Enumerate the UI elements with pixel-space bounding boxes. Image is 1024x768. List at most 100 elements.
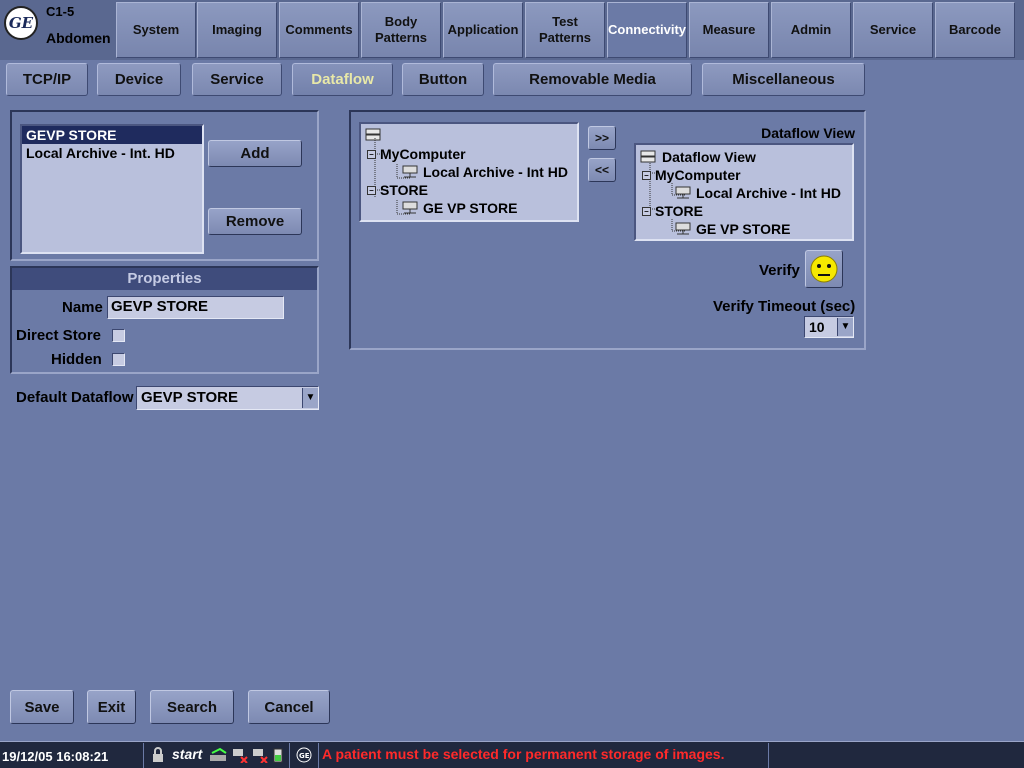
tree-node-label: Local Archive - Int HD <box>423 164 568 180</box>
tree-node[interactable]: Dataflow View <box>640 149 756 165</box>
save-button[interactable]: Save <box>10 690 74 724</box>
tab-application[interactable]: Application <box>443 2 523 58</box>
status-divider <box>143 743 144 768</box>
subtab-removable-media[interactable]: Removable Media <box>493 63 692 96</box>
search-button[interactable]: Search <box>150 690 234 724</box>
tree-node[interactable]: – STORE <box>367 182 428 198</box>
tree-node-label: GE VP STORE <box>423 200 518 216</box>
dataflow-view-panel: – MyComputer Local Archive - Int HD – STOR… <box>349 110 866 350</box>
tab-imaging[interactable]: Imaging <box>197 2 277 58</box>
tab-service[interactable]: Service <box>853 2 933 58</box>
tree-node-label: GE VP STORE <box>696 221 791 237</box>
server-icon <box>675 222 691 235</box>
dataflow-view-tree[interactable]: Dataflow View – MyComputer Local Archive … <box>634 143 854 241</box>
verify-timeout-label: Verify Timeout (sec) <box>713 298 856 315</box>
start-label: start <box>172 746 203 762</box>
ge-logo-icon: GE <box>4 6 38 40</box>
tab-test-patterns-label: Test Patterns <box>538 14 592 45</box>
neutral-face-icon <box>810 255 838 283</box>
network-disconnected-icon <box>233 749 248 763</box>
subtab-tcpip[interactable]: TCP/IP <box>6 63 88 96</box>
tab-admin[interactable]: Admin <box>771 2 851 58</box>
tree-node[interactable]: – STORE <box>642 203 703 219</box>
exit-button[interactable]: Exit <box>87 690 136 724</box>
remove-button[interactable]: Remove <box>208 208 302 235</box>
dataflow-list-panel: GEVP STORE Local Archive - Int. HD Add R… <box>10 110 319 261</box>
list-item[interactable]: Local Archive - Int. HD <box>22 144 202 162</box>
verify-timeout-select[interactable]: 10 ▼ <box>804 316 854 338</box>
tree-node[interactable]: – MyComputer <box>367 146 466 162</box>
tree-node-label: MyComputer <box>380 146 466 162</box>
status-datetime: 19/12/05 16:08:21 <box>2 749 109 764</box>
probe-name: C1-5 <box>46 4 75 19</box>
tab-connectivity[interactable]: Connectivity <box>607 2 687 58</box>
name-field[interactable]: GEVP STORE <box>107 296 284 319</box>
tab-measure[interactable]: Measure <box>689 2 769 58</box>
tree-node[interactable]: Local Archive - Int HD <box>674 185 841 201</box>
default-dataflow-select[interactable]: GEVP STORE ▼ <box>136 386 319 410</box>
status-divider <box>768 743 769 768</box>
tab-comments[interactable]: Comments <box>279 2 359 58</box>
verify-timeout-value: 10 <box>809 319 825 335</box>
tree-node[interactable]: GE VP STORE <box>674 221 790 237</box>
svg-text:GE: GE <box>299 752 310 760</box>
status-message: A patient must be selected for permanent… <box>322 746 725 762</box>
tab-body-patterns[interactable]: Body Patterns <box>361 2 441 58</box>
subtab-button[interactable]: Button <box>402 63 484 96</box>
top-menu-bar: GE C1-5 Abdomen System Imaging Comments … <box>0 0 1024 60</box>
probe-info: GE C1-5 Abdomen <box>0 0 114 58</box>
lock-icon <box>153 747 163 762</box>
dataflow-view-title: Dataflow View <box>761 125 855 141</box>
move-right-button[interactable]: >> <box>588 126 616 150</box>
ge-service-icon: GE <box>296 747 312 763</box>
collapse-icon[interactable]: – <box>642 170 651 180</box>
collapse-icon[interactable]: – <box>367 185 376 195</box>
tree-node-label: Local Archive - Int HD <box>696 185 841 201</box>
name-label: Name <box>62 299 103 316</box>
subtab-dataflow[interactable]: Dataflow <box>292 63 393 96</box>
wireless-disconnected-icon <box>253 749 268 763</box>
tab-barcode[interactable]: Barcode <box>935 2 1015 58</box>
status-bar: 19/12/05 16:08:21 start GE A patient mus… <box>0 741 1024 768</box>
preset-name: Abdomen <box>46 30 111 46</box>
collapse-icon[interactable]: – <box>367 149 376 159</box>
chevron-down-icon[interactable]: ▼ <box>302 388 318 408</box>
add-button[interactable]: Add <box>208 140 302 167</box>
verify-label: Verify <box>759 262 800 279</box>
server-icon <box>675 186 691 199</box>
tab-system[interactable]: System <box>116 2 196 58</box>
properties-panel: Properties Name GEVP STORE Direct Store … <box>10 266 319 374</box>
verify-button[interactable] <box>805 250 843 288</box>
tree-node[interactable]: – MyComputer <box>642 167 741 183</box>
cancel-button[interactable]: Cancel <box>248 690 330 724</box>
default-dataflow-value: GEVP STORE <box>141 389 238 406</box>
status-divider <box>289 743 290 768</box>
battery-icon <box>273 748 283 763</box>
server-icon <box>402 201 418 214</box>
direct-store-checkbox[interactable] <box>112 329 125 342</box>
tree-node-label: STORE <box>655 203 703 219</box>
move-left-button[interactable]: << <box>588 158 616 182</box>
dataflow-listbox[interactable]: GEVP STORE Local Archive - Int. HD <box>20 124 204 254</box>
tree-node-label: STORE <box>380 182 428 198</box>
available-devices-tree[interactable]: – MyComputer Local Archive - Int HD – STOR… <box>359 122 579 222</box>
list-item[interactable]: GEVP STORE <box>22 126 202 144</box>
subtab-miscellaneous[interactable]: Miscellaneous <box>702 63 865 96</box>
tab-test-patterns[interactable]: Test Patterns <box>525 2 605 58</box>
tree-node-label: Dataflow View <box>662 149 756 165</box>
network-root-icon <box>640 150 656 163</box>
default-dataflow-label: Default Dataflow <box>16 389 134 406</box>
chevron-down-icon[interactable]: ▼ <box>837 318 853 336</box>
tree-node[interactable]: Local Archive - Int HD <box>401 164 568 180</box>
direct-store-label: Direct Store <box>16 327 102 344</box>
server-icon <box>402 165 418 178</box>
subtab-service[interactable]: Service <box>192 63 282 96</box>
tree-node-label: MyComputer <box>655 167 741 183</box>
subtab-device[interactable]: Device <box>97 63 181 96</box>
tree-node[interactable]: GE VP STORE <box>401 200 517 216</box>
hidden-label: Hidden <box>51 351 102 368</box>
properties-header: Properties <box>12 268 317 290</box>
status-divider <box>318 743 319 768</box>
collapse-icon[interactable]: – <box>642 206 651 216</box>
hidden-checkbox[interactable] <box>112 353 125 366</box>
